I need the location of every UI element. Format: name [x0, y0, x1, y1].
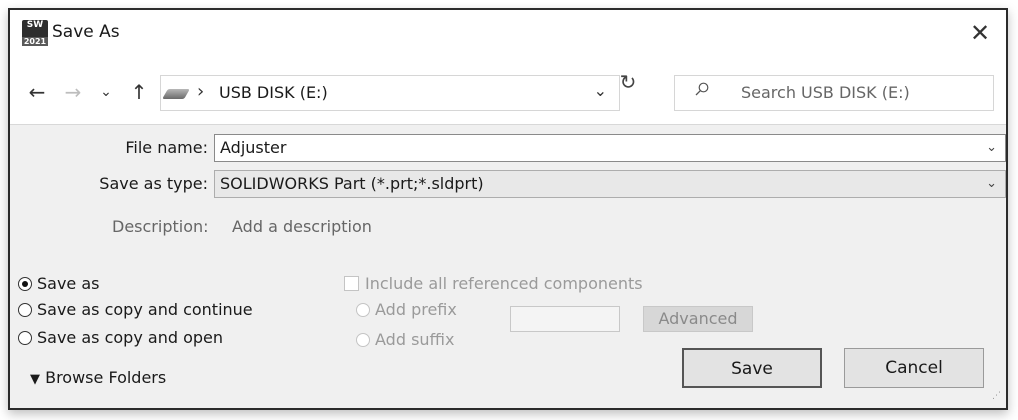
radio-save-copy-open-label: Save as copy and open — [37, 328, 223, 347]
description-label: Description: — [112, 217, 209, 236]
browse-folders-toggle[interactable]: ▼ Browse Folders — [30, 368, 166, 387]
add-prefix-label: Add prefix — [375, 300, 457, 319]
file-name-input[interactable]: Adjuster ⌄ — [214, 134, 1006, 162]
file-name-value[interactable]: Adjuster — [220, 138, 286, 157]
title-bar: SW 2021 Save As ✕ — [10, 10, 1006, 62]
radio-button-icon[interactable] — [18, 303, 32, 317]
save-as-type-label: Save as type: — [99, 174, 208, 193]
file-name-dropdown-icon[interactable]: ⌄ — [986, 135, 997, 161]
up-arrow-icon[interactable]: ↑ — [124, 78, 154, 106]
search-input[interactable]: Search USB DISK (E:) — [741, 83, 910, 102]
save-button[interactable]: Save — [682, 348, 822, 388]
radio-save-as-label: Save as — [37, 274, 100, 293]
radio-save-copy-continue-label: Save as copy and continue — [37, 300, 253, 319]
close-icon[interactable]: ✕ — [960, 16, 1000, 50]
recent-locations-chevron-down-icon[interactable]: ⌄ — [94, 78, 118, 106]
solidworks-app-icon: SW 2021 — [22, 20, 48, 46]
cancel-button[interactable]: Cancel — [844, 348, 984, 388]
navigation-bar: ← → ⌄ ↑ › USB DISK (E:) ⌄ ↻ Search USB D… — [10, 62, 1006, 125]
radio-button-icon[interactable] — [18, 277, 32, 291]
save-as-dialog: SW 2021 Save As ✕ ← → ⌄ ↑ › USB DISK (E:… — [8, 8, 1008, 410]
forward-arrow-icon[interactable]: → — [58, 78, 88, 106]
include-components-checkbox[interactable]: Include all referenced components — [344, 274, 643, 293]
description-input[interactable]: Add a description — [232, 217, 372, 236]
prefix-suffix-input[interactable] — [510, 306, 620, 332]
add-suffix-radio[interactable]: Add suffix — [356, 330, 454, 349]
radio-save-as-copy-continue[interactable]: Save as copy and continue — [18, 300, 253, 319]
app-icon-text: SW — [26, 20, 44, 30]
radio-button-icon[interactable] — [356, 333, 370, 347]
resize-grip-icon[interactable]: ⋰ — [992, 392, 1002, 404]
browse-folders-label: Browse Folders — [45, 368, 167, 387]
add-suffix-label: Add suffix — [375, 330, 455, 349]
search-box[interactable]: Search USB DISK (E:) — [674, 75, 994, 111]
radio-save-as-copy-open[interactable]: Save as copy and open — [18, 328, 223, 347]
address-path[interactable]: USB DISK (E:) — [219, 83, 328, 102]
save-as-type-dropdown-icon[interactable]: ⌄ — [986, 171, 997, 197]
app-icon-year: 2021 — [22, 37, 48, 46]
advanced-button[interactable]: Advanced — [643, 306, 753, 332]
radio-save-as[interactable]: Save as — [18, 274, 100, 293]
file-name-label: File name: — [125, 138, 208, 157]
radio-button-icon[interactable] — [18, 331, 32, 345]
usb-drive-icon — [162, 89, 190, 99]
search-icon — [695, 82, 709, 96]
dialog-title: Save As — [52, 22, 120, 42]
save-as-type-value[interactable]: SOLIDWORKS Part (*.prt;*.sldprt) — [220, 174, 484, 193]
save-as-type-select[interactable]: SOLIDWORKS Part (*.prt;*.sldprt) ⌄ — [214, 170, 1006, 198]
back-arrow-icon[interactable]: ← — [22, 78, 52, 106]
address-bar[interactable]: › USB DISK (E:) ⌄ — [160, 75, 620, 111]
refresh-icon[interactable]: ↻ — [606, 70, 650, 94]
address-dropdown-chevron-icon[interactable]: ⌄ — [594, 81, 607, 100]
radio-button-icon[interactable] — [356, 303, 370, 317]
add-prefix-radio[interactable]: Add prefix — [356, 300, 457, 319]
include-components-label: Include all referenced components — [365, 274, 643, 293]
checkbox-icon[interactable] — [344, 276, 359, 291]
chevron-down-icon[interactable]: ▼ — [30, 372, 40, 387]
chevron-right-icon[interactable]: › — [197, 81, 204, 102]
